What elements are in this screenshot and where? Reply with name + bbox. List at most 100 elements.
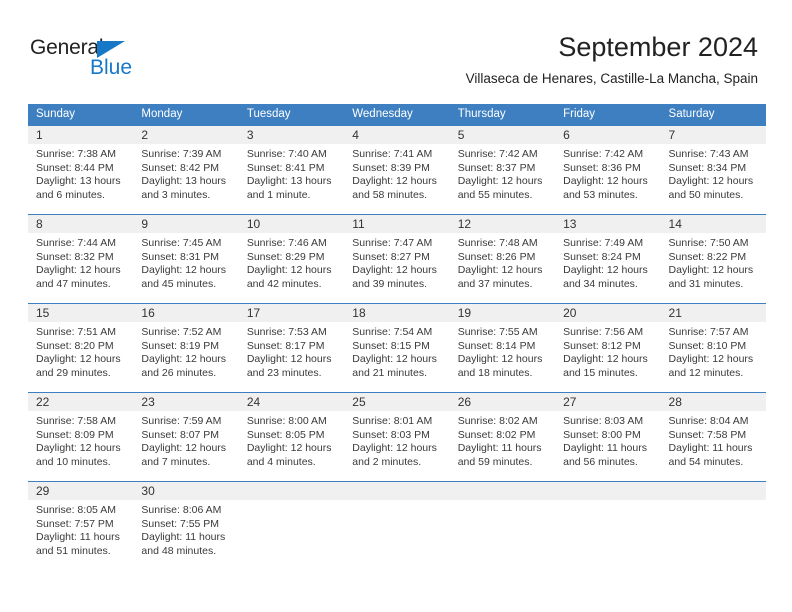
day-number[interactable]: 14: [661, 215, 766, 233]
sunset-text: Sunset: 8:07 PM: [141, 428, 220, 441]
day-cell[interactable]: Sunrise: 7:40 AM Sunset: 8:41 PM Dayligh…: [239, 144, 344, 214]
day-cell[interactable]: Sunrise: 7:43 AM Sunset: 8:34 PM Dayligh…: [661, 144, 766, 214]
calendar-week-row: 1 2 3 4 5 6 7 Sunrise: 7:38 AM Sunset: 8…: [28, 125, 766, 214]
day-cell[interactable]: Sunrise: 7:48 AM Sunset: 8:26 PM Dayligh…: [450, 233, 555, 303]
day-cell[interactable]: Sunrise: 7:59 AM Sunset: 8:07 PM Dayligh…: [133, 411, 238, 481]
day-number[interactable]: 12: [450, 215, 555, 233]
sunset-text: Sunset: 8:22 PM: [668, 250, 747, 263]
sunrise-text: Sunrise: 7:56 AM: [563, 326, 644, 338]
calendar-week-row: 15 16 17 18 19 20 21 Sunrise: 7:51 AM Su…: [28, 303, 766, 392]
day-number[interactable]: 13: [555, 215, 660, 233]
day-cell[interactable]: Sunrise: 7:55 AM Sunset: 8:14 PM Dayligh…: [450, 322, 555, 392]
sunrise-text: Sunrise: 7:43 AM: [668, 148, 749, 160]
daylight-text-cont: and 39 minutes.: [352, 277, 427, 290]
day-cell[interactable]: Sunrise: 7:44 AM Sunset: 8:32 PM Dayligh…: [28, 233, 133, 303]
day-number[interactable]: 10: [239, 215, 344, 233]
day-cell[interactable]: Sunrise: 7:41 AM Sunset: 8:39 PM Dayligh…: [344, 144, 449, 214]
day-number[interactable]: 8: [28, 215, 133, 233]
day-number[interactable]: 4: [344, 126, 449, 144]
day-cell[interactable]: Sunrise: 7:53 AM Sunset: 8:17 PM Dayligh…: [239, 322, 344, 392]
daylight-text: Daylight: 12 hours: [36, 353, 121, 366]
day-cell[interactable]: Sunrise: 8:04 AM Sunset: 7:58 PM Dayligh…: [661, 411, 766, 481]
day-cell[interactable]: Sunrise: 7:42 AM Sunset: 8:36 PM Dayligh…: [555, 144, 660, 214]
day-cell[interactable]: Sunrise: 7:58 AM Sunset: 8:09 PM Dayligh…: [28, 411, 133, 481]
day-number-empty: [239, 482, 344, 500]
day-number[interactable]: 6: [555, 126, 660, 144]
day-cell[interactable]: Sunrise: 8:02 AM Sunset: 8:02 PM Dayligh…: [450, 411, 555, 481]
daylight-text: Daylight: 12 hours: [246, 353, 332, 366]
daylight-text-cont: and 45 minutes.: [141, 277, 217, 290]
day-cell[interactable]: Sunrise: 8:06 AM Sunset: 7:55 PM Dayligh…: [133, 500, 238, 574]
day-number[interactable]: 11: [344, 215, 449, 233]
day-cell[interactable]: Sunrise: 7:46 AM Sunset: 8:29 PM Dayligh…: [239, 233, 344, 303]
day-number[interactable]: 15: [28, 304, 133, 322]
day-number[interactable]: 27: [555, 393, 660, 411]
day-number[interactable]: 24: [239, 393, 344, 411]
day-cell[interactable]: Sunrise: 8:00 AM Sunset: 8:05 PM Dayligh…: [239, 411, 344, 481]
day-cell[interactable]: Sunrise: 7:49 AM Sunset: 8:24 PM Dayligh…: [555, 233, 660, 303]
sunset-text: Sunset: 8:15 PM: [352, 339, 430, 352]
day-number[interactable]: 28: [661, 393, 766, 411]
day-cell[interactable]: Sunrise: 7:57 AM Sunset: 8:10 PM Dayligh…: [661, 322, 766, 392]
day-number[interactable]: 19: [450, 304, 555, 322]
daylight-text: Daylight: 12 hours: [457, 264, 543, 277]
daylight-text: Daylight: 12 hours: [668, 175, 754, 188]
day-number[interactable]: 17: [239, 304, 344, 322]
day-number[interactable]: 21: [661, 304, 766, 322]
sunrise-text: Sunrise: 8:06 AM: [141, 504, 222, 516]
weekday-header-thursday: Thursday: [457, 108, 506, 120]
day-cell[interactable]: Sunrise: 7:51 AM Sunset: 8:20 PM Dayligh…: [28, 322, 133, 392]
day-cell[interactable]: Sunrise: 7:45 AM Sunset: 8:31 PM Dayligh…: [133, 233, 238, 303]
sunrise-text: Sunrise: 7:50 AM: [668, 237, 749, 249]
daylight-text-cont: and 42 minutes.: [246, 277, 322, 290]
day-number[interactable]: 16: [133, 304, 238, 322]
day-number[interactable]: 9: [133, 215, 238, 233]
sunrise-text: Sunrise: 7:39 AM: [141, 148, 222, 160]
day-number[interactable]: 30: [133, 482, 238, 500]
day-cell[interactable]: Sunrise: 7:56 AM Sunset: 8:12 PM Dayligh…: [555, 322, 660, 392]
day-number[interactable]: 3: [239, 126, 344, 144]
day-number[interactable]: 5: [450, 126, 555, 144]
day-cell[interactable]: Sunrise: 7:47 AM Sunset: 8:27 PM Dayligh…: [344, 233, 449, 303]
day-number[interactable]: 26: [450, 393, 555, 411]
daylight-text-cont: and 54 minutes.: [668, 455, 744, 468]
day-cell[interactable]: Sunrise: 8:05 AM Sunset: 7:57 PM Dayligh…: [28, 500, 133, 574]
day-cell[interactable]: Sunrise: 8:01 AM Sunset: 8:03 PM Dayligh…: [344, 411, 449, 481]
day-number[interactable]: 1: [28, 126, 133, 144]
daylight-text: Daylight: 13 hours: [36, 175, 121, 188]
sunset-text: Sunset: 8:12 PM: [563, 339, 641, 352]
day-number[interactable]: 23: [133, 393, 238, 411]
day-cell[interactable]: Sunrise: 7:39 AM Sunset: 8:42 PM Dayligh…: [133, 144, 238, 214]
day-cell[interactable]: Sunrise: 7:38 AM Sunset: 8:44 PM Dayligh…: [28, 144, 133, 214]
page-title: September 2024: [558, 32, 758, 62]
day-number[interactable]: 20: [555, 304, 660, 322]
day-number[interactable]: 7: [661, 126, 766, 144]
week-day-details: Sunrise: 7:58 AM Sunset: 8:09 PM Dayligh…: [28, 411, 766, 481]
daylight-text-cont: and 1 minute.: [246, 188, 311, 201]
day-cell[interactable]: Sunrise: 8:03 AM Sunset: 8:00 PM Dayligh…: [555, 411, 660, 481]
day-cell[interactable]: Sunrise: 7:42 AM Sunset: 8:37 PM Dayligh…: [450, 144, 555, 214]
sunset-text: Sunset: 8:19 PM: [141, 339, 220, 352]
sunset-text: Sunset: 8:24 PM: [563, 250, 641, 263]
day-number[interactable]: 25: [344, 393, 449, 411]
sunset-text: Sunset: 8:27 PM: [352, 250, 430, 263]
sunrise-text: Sunrise: 7:59 AM: [141, 415, 222, 427]
sunrise-text: Sunrise: 7:51 AM: [36, 326, 116, 338]
day-number[interactable]: 29: [28, 482, 133, 500]
day-number[interactable]: 2: [133, 126, 238, 144]
daylight-text-cont: and 23 minutes.: [246, 366, 322, 379]
day-cell[interactable]: Sunrise: 7:54 AM Sunset: 8:15 PM Dayligh…: [344, 322, 449, 392]
weekday-header-friday: Friday: [563, 108, 596, 120]
daylight-text: Daylight: 11 hours: [36, 531, 120, 544]
day-number[interactable]: 18: [344, 304, 449, 322]
general-blue-logo[interactable]: General Blue: [30, 36, 160, 82]
calendar-grid: Sunday Monday Tuesday Wednesday Thursday…: [28, 104, 766, 574]
sunset-text: Sunset: 8:29 PM: [246, 250, 325, 263]
day-number[interactable]: 22: [28, 393, 133, 411]
day-cell[interactable]: Sunrise: 7:50 AM Sunset: 8:22 PM Dayligh…: [661, 233, 766, 303]
week-day-numbers: 22 23 24 25 26 27 28: [28, 393, 766, 411]
day-cell[interactable]: Sunrise: 7:52 AM Sunset: 8:19 PM Dayligh…: [133, 322, 238, 392]
day-number-empty: [555, 482, 660, 500]
week-day-details: Sunrise: 7:51 AM Sunset: 8:20 PM Dayligh…: [28, 322, 766, 392]
sunset-text: Sunset: 8:00 PM: [563, 428, 641, 441]
